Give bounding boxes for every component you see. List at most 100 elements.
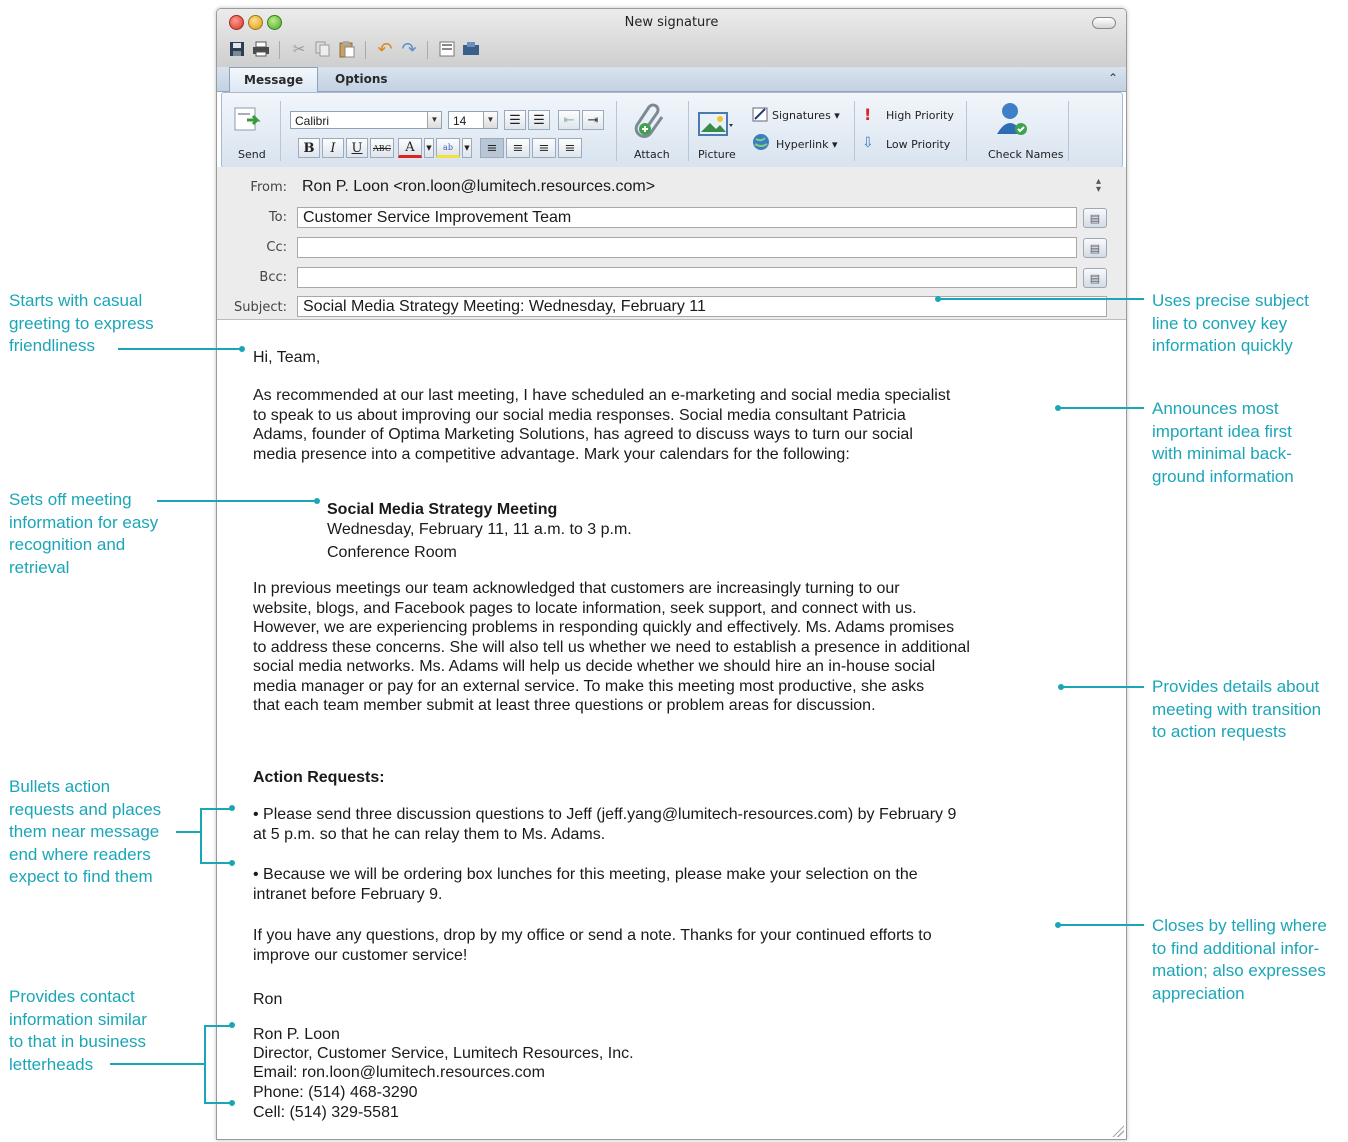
signature-name: Ron P. Loon <box>253 1026 340 1043</box>
attach-button[interactable]: Attach <box>634 148 670 161</box>
bcc-label: Bcc: <box>259 270 287 285</box>
underline-button[interactable]: U <box>346 138 368 158</box>
save-icon[interactable] <box>227 39 247 59</box>
meeting-time: Wednesday, February 11, 11 a.m. to 3 p.m… <box>327 521 632 538</box>
font-size-select[interactable]: 14 ▼ <box>448 111 498 129</box>
meeting-place: Conference Room <box>327 544 457 561</box>
paste-icon[interactable] <box>337 39 357 59</box>
signature-title: Director, Customer Service, Lumitech Res… <box>253 1045 634 1062</box>
chevron-down-icon[interactable]: ▼ <box>462 138 472 158</box>
high-priority-button[interactable]: High Priority <box>886 109 954 122</box>
resize-handle[interactable] <box>1112 1125 1124 1137</box>
annotation-line <box>1061 686 1144 688</box>
person-check-icon[interactable] <box>992 99 1032 139</box>
from-label: From: <box>250 180 287 195</box>
align-right-icon[interactable]: ≡ <box>532 138 556 158</box>
annotation-line <box>200 808 202 863</box>
ribbon-divider <box>854 101 855 161</box>
signature-icon <box>752 105 770 123</box>
intro-paragraph: As recommended at our last meeting, I ha… <box>253 387 951 463</box>
to-label: To: <box>268 210 287 225</box>
check-names-button[interactable]: Check Names <box>988 148 1064 161</box>
sign-off-name: Ron <box>253 991 283 1008</box>
toolbar-toggle-button[interactable] <box>1092 17 1116 29</box>
numbering-icon[interactable]: ☰ <box>528 110 550 130</box>
action-heading: Action Requests: <box>253 769 385 786</box>
annotation-closing: Closes by telling where to find addition… <box>1152 916 1327 1003</box>
chevron-down-icon: ▼ <box>427 112 441 128</box>
bold-button[interactable]: B <box>298 138 320 158</box>
details-paragraph: In previous meetings our team acknowledg… <box>253 580 970 714</box>
strikethrough-button[interactable]: ABC <box>370 138 394 158</box>
low-priority-button[interactable]: Low Priority <box>886 138 950 151</box>
annotation-line <box>204 1025 206 1103</box>
ribbon-divider <box>966 101 967 161</box>
annotation-line <box>204 1025 232 1027</box>
annotation-dot <box>239 346 245 352</box>
annotation-line <box>200 862 232 864</box>
annotation-line <box>200 808 232 810</box>
print-icon[interactable] <box>251 39 271 59</box>
justify-icon[interactable]: ≡ <box>558 138 582 158</box>
signatures-button[interactable]: Signatures ▾ <box>772 109 840 122</box>
copy-icon[interactable] <box>313 39 333 59</box>
address-book-icon[interactable]: ▤ <box>1083 238 1107 258</box>
address-book-icon[interactable]: ▤ <box>1083 208 1107 228</box>
increase-indent-icon[interactable]: ⇥ <box>582 110 604 130</box>
from-select[interactable]: Ron P. Loon <ron.loon@lumitech.resources… <box>297 177 1107 198</box>
annotation-line <box>110 1063 204 1065</box>
annotation-line <box>1058 924 1144 926</box>
picture-button[interactable]: Picture <box>698 148 736 161</box>
annotation-dot <box>314 498 320 504</box>
toolbox-icon[interactable] <box>461 39 481 59</box>
send-button[interactable]: Send <box>238 148 266 161</box>
to-field[interactable]: Customer Service Improvement Team <box>297 207 1077 228</box>
globe-icon <box>752 133 770 151</box>
gallery-icon[interactable] <box>437 39 457 59</box>
align-center-icon[interactable]: ≡ <box>506 138 530 158</box>
tab-message[interactable]: Message <box>229 67 319 92</box>
bcc-field[interactable] <box>297 267 1077 288</box>
email-window: New signature ✂ ↶ ↷ Message Options ⌃ Se… <box>216 8 1127 1140</box>
cc-field[interactable] <box>297 237 1077 258</box>
send-icon[interactable] <box>232 103 264 135</box>
paperclip-icon[interactable] <box>630 103 670 139</box>
hyperlink-button[interactable]: Hyperlink ▾ <box>776 138 838 151</box>
annotation-dot <box>229 805 235 811</box>
signature-cell: Cell: (514) 329-5581 <box>253 1104 399 1121</box>
highlight-icon[interactable]: ab <box>436 138 460 158</box>
stepper-icon: ▴ ▾ <box>1095 176 1101 195</box>
font-color-button[interactable]: A <box>398 138 422 158</box>
cc-label: Cc: <box>266 240 287 255</box>
italic-button[interactable]: I <box>322 138 344 158</box>
closing-paragraph: If you have any questions, drop by my of… <box>253 927 932 964</box>
chevron-down-icon[interactable]: ▼ <box>424 138 434 158</box>
annotation-main-idea: Announces most important idea first with… <box>1152 399 1294 486</box>
align-left-icon[interactable]: ≡ <box>480 138 504 158</box>
collapse-ribbon-icon[interactable]: ⌃ <box>1108 71 1118 85</box>
address-book-icon[interactable]: ▤ <box>1083 268 1107 288</box>
font-name-select[interactable]: Calibri ▼ <box>290 111 442 129</box>
annotation-line <box>176 831 200 833</box>
signature-email: Email: ron.loon@lumitech.resources.com <box>253 1064 545 1081</box>
down-arrow-icon: ⇩ <box>862 135 874 151</box>
toolbar-divider <box>365 41 366 59</box>
exclamation-icon: ! <box>864 105 872 124</box>
cut-icon[interactable]: ✂ <box>289 39 309 59</box>
ribbon-divider <box>616 101 617 161</box>
bullets-icon[interactable]: ☰ <box>504 110 526 130</box>
undo-icon[interactable]: ↶ <box>375 39 395 59</box>
window-title: New signature <box>624 15 719 30</box>
meeting-title: Social Media Strategy Meeting <box>327 501 558 518</box>
decrease-indent-icon[interactable]: ⇤ <box>558 110 580 130</box>
annotation-dot <box>229 1100 235 1106</box>
message-body[interactable]: Hi, Team, As recommended at our last mee… <box>217 320 1126 1139</box>
picture-icon[interactable] <box>696 109 736 139</box>
ribbon-divider <box>688 101 689 161</box>
annotation-dot <box>229 1022 235 1028</box>
list-item: • Please send three discussion questions… <box>253 806 957 843</box>
annotation-bullets: Bullets action requests and places them … <box>9 777 162 886</box>
toolbar-divider <box>279 41 280 59</box>
tab-options[interactable]: Options <box>321 67 402 91</box>
redo-icon[interactable]: ↷ <box>399 39 419 59</box>
